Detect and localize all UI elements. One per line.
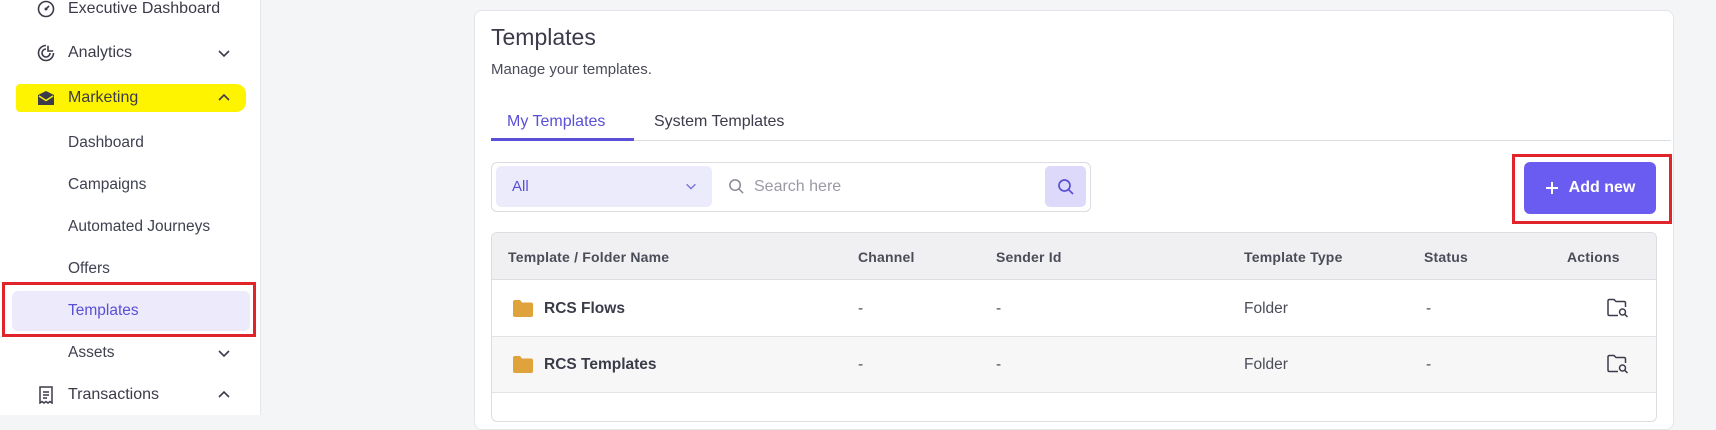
search-input[interactable]	[754, 173, 1034, 201]
search-icon	[1057, 178, 1074, 195]
sidebar-item-label: Marketing	[68, 89, 139, 106]
folder-search-icon[interactable]	[1607, 298, 1629, 318]
table-row[interactable]: RCS Templates - - Folder -	[492, 337, 1656, 393]
row-status: -	[1426, 300, 1432, 317]
column-header: Channel	[858, 249, 915, 265]
chevron-down-icon	[218, 350, 230, 358]
filter-select[interactable]: All	[496, 166, 712, 207]
sidebar-subitem-dashboard[interactable]: Dashboard	[68, 134, 144, 152]
row-type: Folder	[1244, 356, 1288, 373]
sidebar-subitem-campaigns[interactable]: Campaigns	[68, 176, 146, 194]
sidebar-item-transactions[interactable]: Transactions	[16, 378, 246, 412]
sidebar-subitem-automated-journeys[interactable]: Automated Journeys	[68, 218, 210, 236]
chevron-down-icon	[686, 183, 696, 190]
column-header: Status	[1424, 249, 1468, 265]
sidebar-item-marketing[interactable]: Marketing	[16, 84, 246, 112]
column-header: Template / Folder Name	[508, 249, 670, 265]
templates-table: Template / Folder Name Channel Sender Id…	[491, 232, 1657, 422]
annotation-box-add-new	[1512, 154, 1672, 224]
sidebar-subitem-assets: Assets	[68, 344, 115, 361]
table-header: Template / Folder Name Channel Sender Id…	[492, 233, 1656, 280]
search-icon	[729, 179, 744, 194]
receipt-icon	[36, 385, 56, 405]
sidebar-item-executive-dashboard[interactable]: Executive Dashboard	[16, 0, 246, 26]
tabs-divider	[491, 140, 1671, 141]
page-subtitle: Manage your templates.	[491, 61, 652, 78]
column-header: Template Type	[1244, 249, 1343, 265]
column-header: Actions	[1567, 249, 1620, 265]
mail-icon	[36, 88, 56, 108]
column-header: Sender Id	[996, 249, 1062, 265]
tab-system-templates[interactable]: System Templates	[654, 113, 784, 131]
sidebar-item-label: Executive Dashboard	[68, 0, 221, 17]
filter-select-value: All	[512, 178, 529, 195]
chevron-up-icon	[218, 390, 230, 398]
gauge-icon	[36, 0, 56, 19]
active-tab-indicator	[491, 138, 634, 141]
sidebar-item-analytics[interactable]: Analytics	[16, 36, 246, 70]
row-name: RCS Templates	[544, 356, 657, 373]
row-type: Folder	[1244, 300, 1288, 317]
sidebar-subitem-assets-row[interactable]: Assets	[16, 336, 246, 370]
search-button[interactable]	[1045, 166, 1086, 207]
sidebar-item-label: Transactions	[68, 386, 159, 403]
sidebar-subitem-offers[interactable]: Offers	[68, 260, 110, 278]
sidebar-item-label: Analytics	[68, 44, 133, 61]
tab-my-templates[interactable]: My Templates	[507, 113, 605, 131]
row-sender-id: -	[996, 356, 1002, 373]
folder-search-icon[interactable]	[1607, 354, 1629, 374]
row-name: RCS Flows	[544, 300, 625, 317]
analytics-icon	[36, 43, 56, 63]
folder-icon	[513, 356, 533, 373]
sidebar: Executive Dashboard Analytics Marketing …	[0, 0, 261, 415]
row-channel: -	[858, 300, 864, 317]
row-channel: -	[858, 356, 864, 373]
page-title: Templates	[491, 24, 596, 50]
row-status: -	[1426, 356, 1432, 373]
annotation-box-templates	[2, 282, 256, 337]
chevron-up-icon	[218, 93, 230, 101]
chevron-down-icon	[218, 50, 230, 58]
table-row[interactable]: RCS Flows - - Folder -	[492, 281, 1656, 337]
row-sender-id: -	[996, 300, 1002, 317]
folder-icon	[513, 300, 533, 317]
